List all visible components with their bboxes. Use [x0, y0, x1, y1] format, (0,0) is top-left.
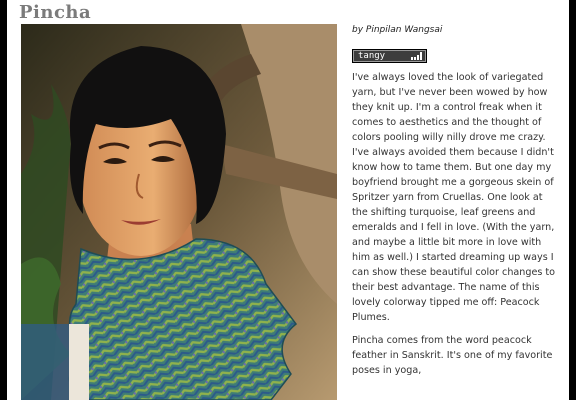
article-body: I've always loved the look of variegated…: [352, 70, 560, 386]
signal-bars-icon: [411, 52, 422, 60]
author-byline: by Pinpilan Wangsai: [352, 25, 443, 35]
paragraph: I've always loved the look of variegated…: [352, 72, 556, 323]
yarn-weight-tag[interactable]: tangy: [352, 49, 427, 63]
model-photo: [21, 24, 337, 400]
page-title: Pincha: [19, 2, 92, 23]
tag-label: tangy: [358, 51, 386, 61]
paragraph: Pincha comes from the word peacock feath…: [352, 335, 553, 376]
